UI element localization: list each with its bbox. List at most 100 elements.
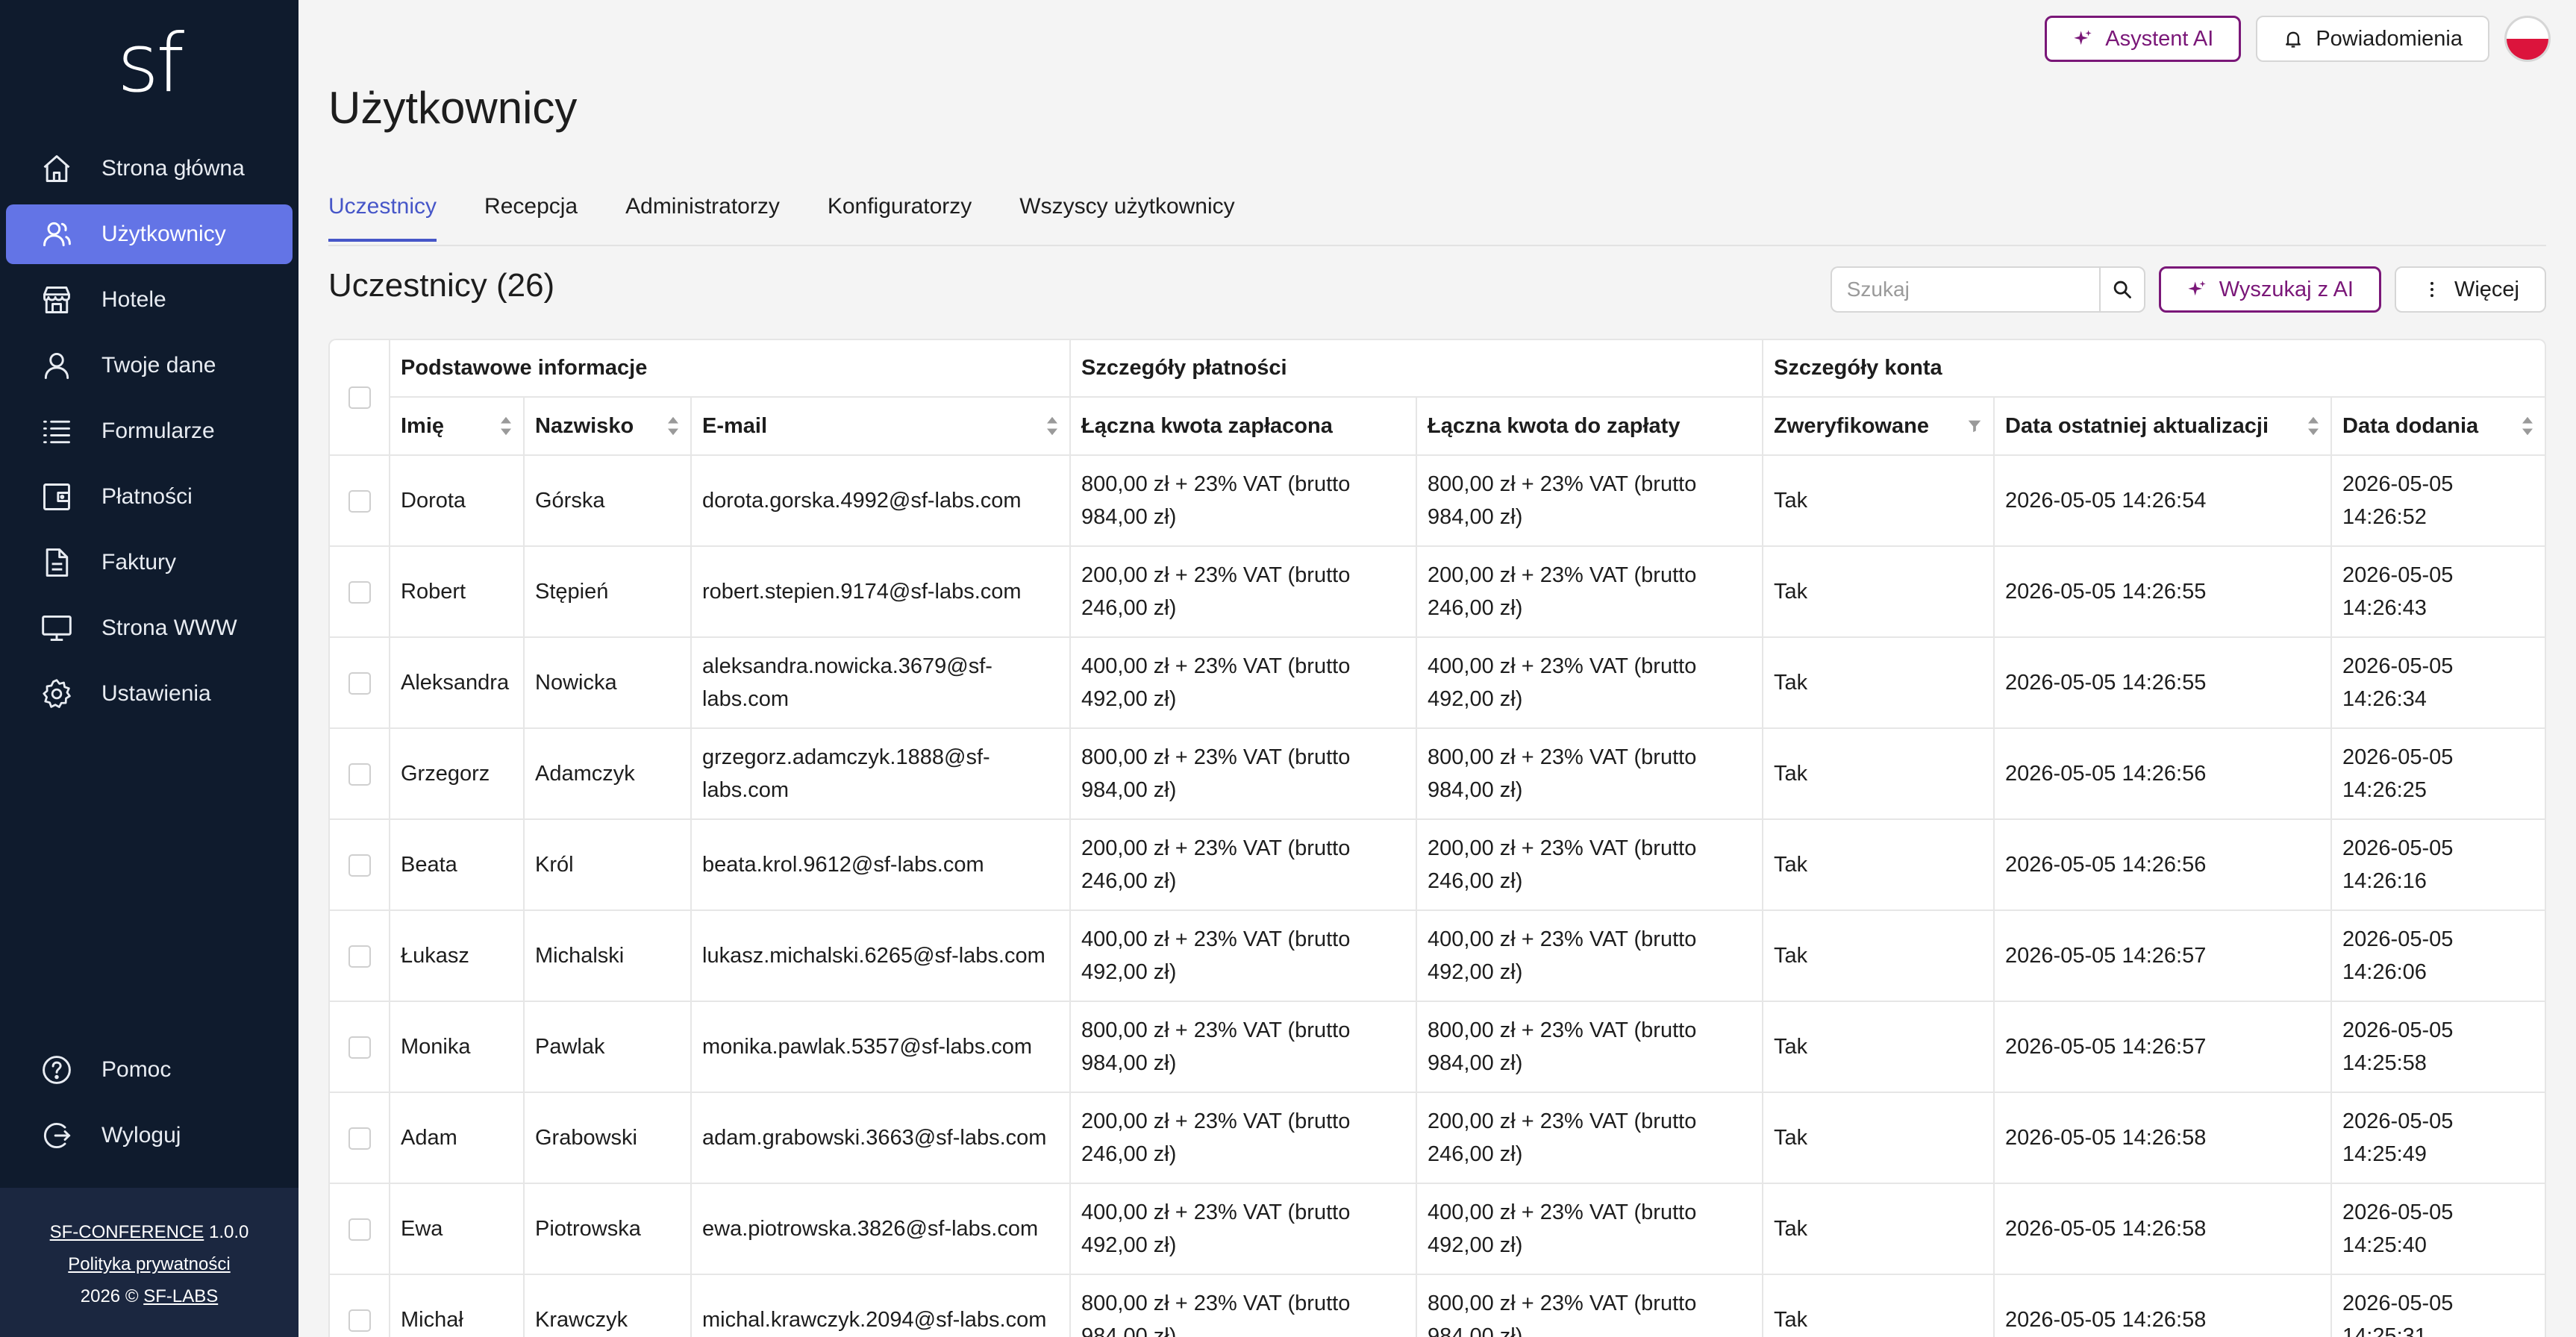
sidebar-item-invoices[interactable]: Faktury <box>6 533 293 592</box>
row-checkbox[interactable] <box>348 1036 371 1059</box>
cell-verified: Tak <box>1762 1001 1995 1093</box>
home-icon <box>40 152 73 185</box>
cell-last-updated: 2026-05-05 14:26:54 <box>1993 454 2333 547</box>
tab-participants[interactable]: Uczestnicy <box>328 179 437 242</box>
cell-amount-paid: 800,00 zł + 23% VAT (brutto 984,00 zł) <box>1069 727 1418 820</box>
col-header-email[interactable]: E-mail <box>690 396 1072 456</box>
sidebar-item-settings[interactable]: Ustawienia <box>6 664 293 724</box>
table-row[interactable]: Aleksandra Nowicka aleksandra.nowicka.3679… <box>330 636 2545 729</box>
document-icon <box>40 546 73 579</box>
cell-amount-paid: 800,00 zł + 23% VAT (brutto 984,00 zł) <box>1069 1274 1418 1337</box>
cell-verified: Tak <box>1762 1183 1995 1275</box>
bell-icon <box>2283 28 2304 49</box>
cell-date-added: 2026-05-05 14:25:58 <box>2330 1001 2545 1093</box>
cell-last-updated: 2026-05-05 14:26:56 <box>1993 727 2333 820</box>
table-row[interactable]: Grzegorz Adamczyk grzegorz.adamczyk.1888@s… <box>330 727 2545 820</box>
cell-amount-paid: 400,00 zł + 23% VAT (brutto 492,00 zł) <box>1069 636 1418 729</box>
app-logo[interactable]: sf <box>0 19 298 109</box>
table-row[interactable]: Ewa Piotrowska ewa.piotrowska.3826@sf-labs… <box>330 1183 2545 1275</box>
table-toolbar: Wyszukaj z AI Więcej <box>1830 266 2546 313</box>
select-all-checkbox[interactable] <box>348 386 371 410</box>
help-icon <box>40 1053 73 1086</box>
cell-last-updated: 2026-05-05 14:26:57 <box>1993 1001 2333 1093</box>
more-label: Więcej <box>2454 277 2519 301</box>
cell-date-added: 2026-05-05 14:26:16 <box>2330 818 2545 911</box>
search-box <box>1830 266 2145 313</box>
row-checkbox[interactable] <box>348 1218 371 1242</box>
sidebar-item-payments[interactable]: Płatności <box>6 467 293 527</box>
participants-table: Podstawowe informacje Szczegóły płatnośc… <box>330 340 2545 1337</box>
row-checkbox[interactable] <box>348 945 371 968</box>
col-header-last-updated[interactable]: Data ostatniej aktualizacji <box>1993 396 2333 456</box>
tab-all-users[interactable]: Wszyscy użytkownicy <box>1019 179 1234 242</box>
table-row[interactable]: Dorota Górska dorota.gorska.4992@sf-labs.c… <box>330 454 2545 547</box>
row-select-cell <box>330 1274 390 1337</box>
search-input[interactable] <box>1830 266 2099 313</box>
group-basic-info: Podstawowe informacje <box>388 340 1072 398</box>
ai-search-button[interactable]: Wyszukaj z AI <box>2158 266 2381 313</box>
cell-amount-due: 200,00 zł + 23% VAT (brutto 246,00 zł) <box>1416 1092 1764 1184</box>
col-header-first-name[interactable]: Imię <box>390 396 525 456</box>
col-header-date-added[interactable]: Data dodania <box>2330 396 2545 456</box>
cell-date-added: 2026-05-05 14:26:06 <box>2330 909 2545 1002</box>
cell-email: robert.stepien.9174@sf-labs.com <box>690 545 1072 638</box>
sidebar-item-hotels[interactable]: Hotele <box>6 270 293 330</box>
row-checkbox[interactable] <box>348 490 371 513</box>
row-checkbox[interactable] <box>348 1309 371 1333</box>
sidebar-item-help[interactable]: Pomoc <box>6 1040 293 1100</box>
cell-date-added: 2026-05-05 14:26:43 <box>2330 545 2545 638</box>
sort-icon[interactable] <box>1045 416 1059 436</box>
table-row[interactable]: Łukasz Michalski lukasz.michalski.6265@sf-… <box>330 909 2545 1002</box>
table-row[interactable]: Adam Grabowski adam.grabowski.3663@sf-labs… <box>330 1092 2545 1184</box>
app-root: sf Strona główna Użytkownicy Hotele Twoj… <box>0 0 2576 1337</box>
row-checkbox[interactable] <box>348 763 371 786</box>
table-row[interactable]: Beata Król beata.krol.9612@sf-labs.com 200,… <box>330 818 2545 911</box>
sort-icon[interactable] <box>499 416 513 436</box>
copyright-text: 2026 © <box>80 1286 139 1306</box>
privacy-link[interactable]: Polityka prywatności <box>68 1254 230 1274</box>
cell-verified: Tak <box>1762 727 1995 820</box>
sort-icon[interactable] <box>2521 416 2534 436</box>
company-link[interactable]: SF-LABS <box>143 1286 218 1306</box>
sidebar-item-label: Strona główna <box>101 156 245 181</box>
logout-icon <box>40 1119 73 1152</box>
sort-icon[interactable] <box>2307 416 2320 436</box>
more-button[interactable]: Więcej <box>2394 266 2546 313</box>
row-checkbox[interactable] <box>348 581 371 604</box>
cell-first-name: Adam <box>389 1092 525 1184</box>
cell-last-name: Krawczyk <box>523 1274 692 1337</box>
sidebar-item-users[interactable]: Użytkownicy <box>6 204 293 264</box>
tab-reception[interactable]: Recepcja <box>484 179 578 242</box>
sidebar-item-home[interactable]: Strona główna <box>6 139 293 198</box>
cell-amount-due: 800,00 zł + 23% VAT (brutto 984,00 zł) <box>1416 1001 1764 1093</box>
sidebar-item-label: Pomoc <box>101 1057 172 1082</box>
col-header-last-name[interactable]: Nazwisko <box>523 396 692 456</box>
table-row[interactable]: Robert Stępień robert.stepien.9174@sf-labs… <box>330 545 2545 638</box>
ai-assistant-button[interactable]: Asystent AI <box>2045 16 2242 62</box>
col-header-verified[interactable]: Zweryfikowane <box>1762 396 1995 456</box>
cell-amount-due: 800,00 zł + 23% VAT (brutto 984,00 zł) <box>1416 727 1764 820</box>
search-button[interactable] <box>2098 266 2145 313</box>
cell-amount-due: 400,00 zł + 23% VAT (brutto 492,00 zł) <box>1416 1183 1764 1275</box>
row-checkbox[interactable] <box>348 672 371 695</box>
tab-configurators[interactable]: Konfiguratorzy <box>828 179 972 242</box>
sort-icon[interactable] <box>666 416 680 436</box>
cell-first-name: Grzegorz <box>389 727 525 820</box>
table-row[interactable]: Monika Pawlak monika.pawlak.5357@sf-labs.c… <box>330 1001 2545 1093</box>
table-row[interactable]: Michał Krawczyk michal.krawczyk.2094@sf-la… <box>330 1274 2545 1337</box>
tab-administrators[interactable]: Administratorzy <box>625 179 780 242</box>
filter-icon[interactable] <box>1966 418 1983 434</box>
row-checkbox[interactable] <box>348 1127 371 1150</box>
sidebar-item-your-data[interactable]: Twoje dane <box>6 336 293 395</box>
row-checkbox[interactable] <box>348 854 371 877</box>
cell-last-updated: 2026-05-05 14:26:58 <box>1993 1183 2333 1275</box>
cell-amount-paid: 400,00 zł + 23% VAT (brutto 492,00 zł) <box>1069 1183 1418 1275</box>
select-all-cell <box>330 340 390 456</box>
language-flag-pl[interactable] <box>2504 16 2551 62</box>
sidebar-item-forms[interactable]: Formularze <box>6 401 293 461</box>
gear-icon <box>40 677 73 710</box>
notifications-button[interactable]: Powiadomienia <box>2256 16 2489 62</box>
product-link[interactable]: SF-CONFERENCE <box>50 1222 204 1242</box>
sidebar-item-website[interactable]: Strona WWW <box>6 598 293 658</box>
sidebar-item-logout[interactable]: Wyloguj <box>6 1106 293 1165</box>
